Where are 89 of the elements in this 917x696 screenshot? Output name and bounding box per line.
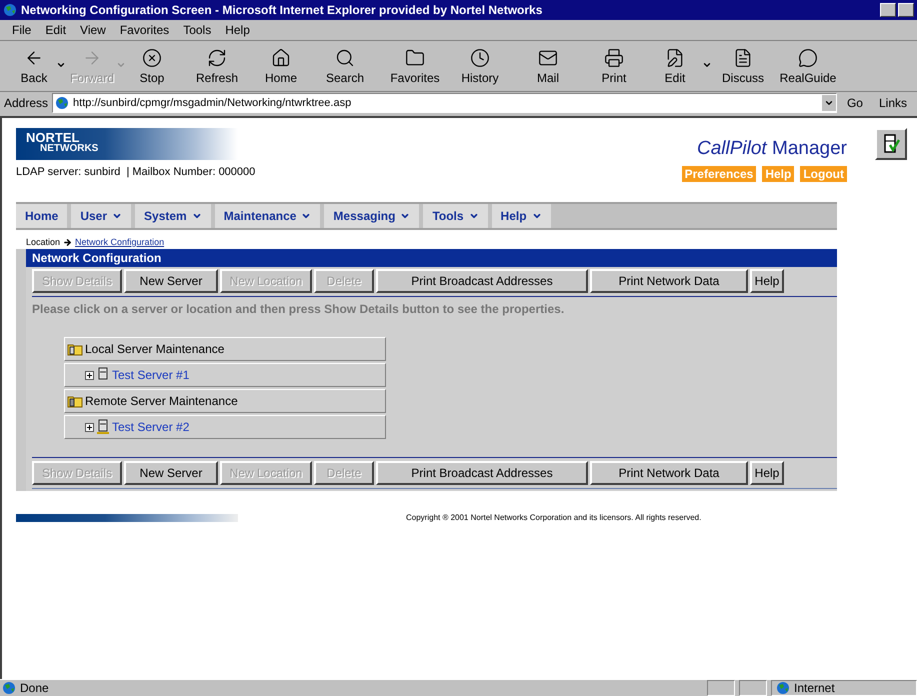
instructions-text: Please click on a server or location and then press Show Details button to see the properties. [32,301,566,318]
menu-item[interactable]: Tools [177,21,218,39]
toolbar-button[interactable]: RealGuide [778,48,838,84]
document-icon [733,48,753,68]
maximize-button[interactable] [898,3,914,17]
toolbar-button[interactable]: History [450,48,510,84]
toolbar-button[interactable]: Refresh [182,48,252,84]
toolbar-button[interactable]: Print [586,48,642,84]
dropdown-caret-icon[interactable] [824,98,834,108]
nav-menu-item[interactable]: Messaging [324,204,420,228]
toolbar-button[interactable]: Edit [642,48,708,84]
folder-icon [67,394,83,408]
page-button[interactable]: Print Network Data [590,269,748,293]
tree-server-row[interactable]: Test Server #2 [64,415,386,439]
page-button[interactable]: New Server [124,461,218,485]
product-title: CallPilot Manager [697,138,847,160]
stop-icon [142,48,162,68]
page-button[interactable]: New Server [124,269,218,293]
menu-item[interactable]: Favorites [114,21,176,39]
printer-icon [604,48,624,68]
toolbar-button[interactable]: Favorites [380,48,450,84]
folder-icon [67,342,83,356]
nav-menu-item[interactable]: Tools [423,204,488,228]
globe-icon [776,681,790,695]
menu-item[interactable]: File [6,21,38,39]
search-icon [335,48,355,68]
section-header: Network Configuration [26,249,837,267]
nav-menu-item[interactable]: User [71,204,132,228]
page-icon [55,96,70,110]
server-link[interactable]: Test Server #1 [112,368,190,382]
zone-text: Internet [794,681,835,695]
networked-computer-icon [96,419,110,435]
exit-button[interactable] [875,128,907,160]
caret-icon [400,211,410,221]
go-button[interactable]: Go [840,96,869,110]
page-button[interactable]: Help [750,269,784,293]
page-button[interactable]: Print Broadcast Addresses [376,269,588,293]
toolbar-button[interactable]: Home [252,48,310,84]
nav-menu-item[interactable]: Help [492,204,551,228]
page-button[interactable]: Help [750,461,784,485]
toolbar-button[interactable]: Search [310,48,380,84]
expand-icon[interactable] [85,370,94,380]
refresh-icon [207,48,227,68]
status-pane [707,680,735,696]
clock-icon [470,48,490,68]
expand-icon[interactable] [85,422,94,432]
address-field[interactable]: http://sunbird/cpmgr/msgadmin/Networking/ntwrktree.asp [52,93,837,113]
minimize-button[interactable] [880,3,896,17]
group-label: Local Server Maintenance [85,342,224,356]
nav-menu-item[interactable]: System [135,204,211,228]
menu-item[interactable]: Help [219,21,256,39]
browser-icon [3,3,17,17]
breadcrumb-label: Location [26,237,60,247]
breadcrumb-link[interactable]: Network Configuration [75,237,164,247]
chat-bubble-icon [798,48,818,68]
tree-group-row[interactable]: Remote Server Maintenance [64,389,386,413]
menu-item[interactable]: View [74,21,112,39]
toolbar-button[interactable]: Stop [122,48,182,84]
toolbar-button[interactable]: Mail [510,48,586,84]
company-logo: NORTEL NETWORKS [16,128,238,160]
page-icon [2,681,16,695]
page-button[interactable]: Print Broadcast Addresses [376,461,588,485]
home-icon [271,48,291,68]
server-link[interactable]: Test Server #2 [112,420,190,434]
menu-item[interactable]: Edit [39,21,72,39]
toolbar-button[interactable]: Discuss [708,48,778,84]
door-icon [882,134,900,154]
caret-icon [301,211,312,221]
caret-icon [112,211,122,221]
nav-menu-item[interactable]: Home [16,204,68,228]
server-info: LDAP server: sunbird | Mailbox Number: 000000 [16,166,256,178]
arrow-icon [63,238,72,246]
caret-icon [468,211,479,221]
page-button[interactable]: Print Network Data [590,461,748,485]
folder-icon [405,48,425,68]
status-text: Done [20,681,49,695]
edit-icon [665,48,685,68]
window-title: Networking Configuration Screen - Microsoft Internet Explorer provided by Nortel Networks [21,3,542,17]
tree-group-row[interactable]: Local Server Maintenance [64,337,386,361]
links-button[interactable]: Links [872,96,913,110]
address-label: Address [4,96,48,110]
status-pane [739,680,767,696]
group-label: Remote Server Maintenance [85,394,238,408]
toolbar-button[interactable]: Back [6,48,62,84]
caret-icon [532,211,542,221]
nav-menu-item[interactable]: Maintenance [214,204,320,228]
caret-icon [192,211,202,221]
copyright-text: Copyright ® 2001 Nortel Networks Corporation and its licensors. All rights reserved. [406,513,702,522]
tree-server-row[interactable]: Test Server #1 [64,363,386,387]
